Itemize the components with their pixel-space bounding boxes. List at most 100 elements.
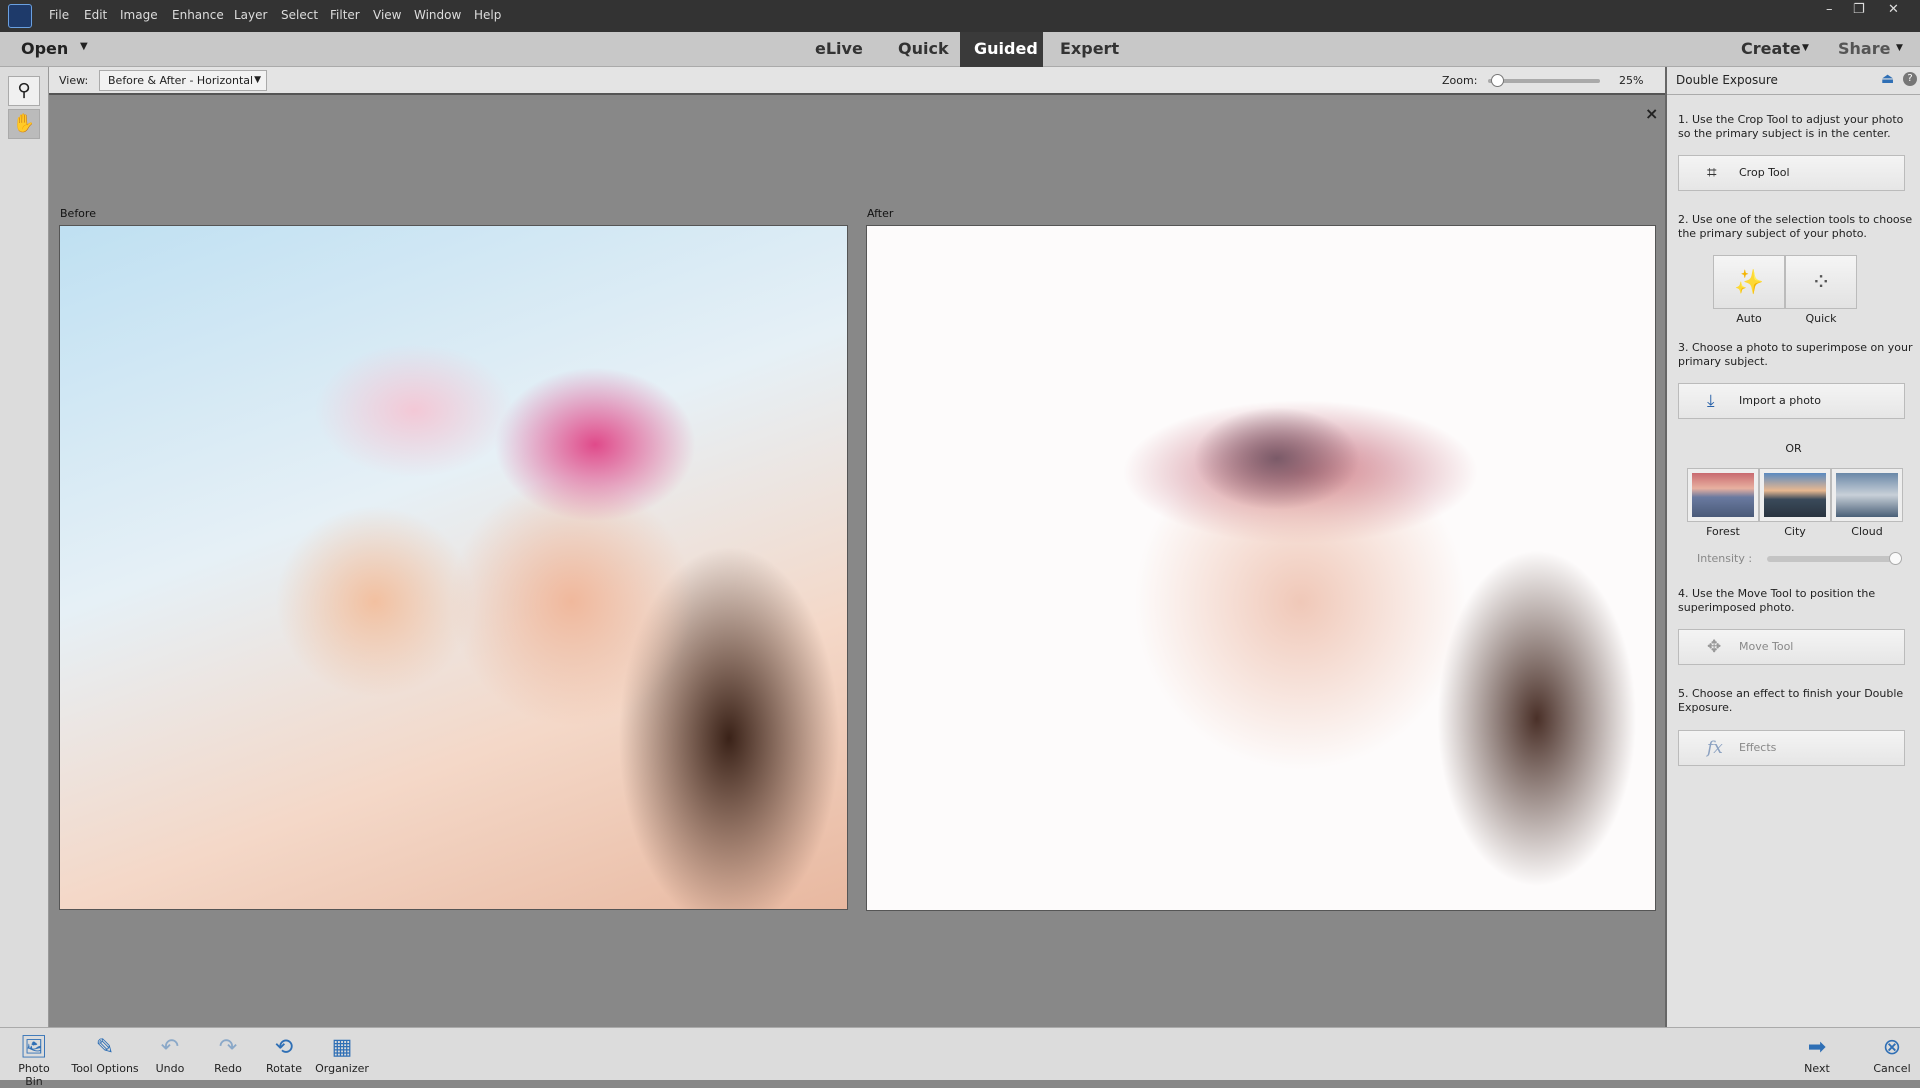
organizer-button[interactable]: ▦ Organizer <box>315 1034 369 1075</box>
fx-icon: fx <box>1707 738 1723 758</box>
before-image <box>59 225 848 910</box>
import-photo-button[interactable]: ⤓ Import a photo <box>1678 383 1905 419</box>
undo-button[interactable]: ↶ Undo <box>152 1034 188 1075</box>
restore-icon[interactable]: ❐ <box>1853 2 1865 17</box>
cancel-icon: ⊗ <box>1882 1035 1902 1060</box>
menu-filter[interactable]: Filter <box>330 8 360 22</box>
tab-expert[interactable]: Expert <box>1046 32 1133 67</box>
open-dropdown-icon[interactable]: ▼ <box>80 41 88 52</box>
quick-selection-icon: ⁘ <box>1810 268 1832 296</box>
menu-view[interactable]: View <box>373 8 401 22</box>
undo-label: Undo <box>155 1062 185 1075</box>
before-label: Before <box>60 207 96 220</box>
step2-text: 2. Use one of the selection tools to cho… <box>1678 213 1913 240</box>
undo-icon: ↶ <box>160 1035 180 1060</box>
step1-text: 1. Use the Crop Tool to adjust your phot… <box>1678 113 1904 140</box>
view-select[interactable]: Before & After - Horizontal ▼ <box>99 70 267 91</box>
photo-bin-label: Photo Bin <box>18 1062 50 1088</box>
cancel-label: Cancel <box>1873 1062 1911 1075</box>
move-icon: ✥ <box>1707 637 1722 657</box>
redo-label: Redo <box>214 1062 242 1075</box>
organizer-label: Organizer <box>315 1062 369 1075</box>
crop-tool-button[interactable]: ⌗ Crop Tool <box>1678 155 1905 191</box>
next-label: Next <box>1804 1062 1830 1075</box>
menu-help[interactable]: Help <box>474 8 501 22</box>
menu-image[interactable]: Image <box>120 8 158 22</box>
open-button[interactable]: Open <box>21 39 68 58</box>
organizer-icon: ▦ <box>331 1035 353 1060</box>
tool-options-label: Tool Options <box>71 1062 139 1075</box>
thumb-city[interactable] <box>1759 468 1831 522</box>
share-button[interactable]: Share <box>1838 39 1890 58</box>
tool-options-button[interactable]: ✎ Tool Options <box>70 1034 140 1075</box>
effects-button[interactable]: fx Effects <box>1678 730 1905 766</box>
guided-panel: Double Exposure ⏏ ? 1. Use the Crop Tool… <box>1665 67 1920 1027</box>
rotate-button[interactable]: ⟲ Rotate <box>264 1034 304 1075</box>
help-icon[interactable]: ? <box>1903 72 1917 86</box>
step5-text: 5. Choose an effect to finish your Doubl… <box>1678 687 1904 714</box>
rotate-label: Rotate <box>265 1062 302 1075</box>
menu-layer[interactable]: Layer <box>234 8 267 22</box>
panel-title: Double Exposure <box>1676 73 1778 87</box>
bottom-bar: 🖼 Photo Bin ✎ Tool Options ↶ Undo ↷ Redo ⟲ Ro… <box>0 1027 1920 1088</box>
cloud-label: Cloud <box>1851 525 1883 538</box>
move-tool-label: Move Tool <box>1739 640 1794 653</box>
thumb-cloud[interactable] <box>1831 468 1903 522</box>
redo-button[interactable]: ↷ Redo <box>210 1034 246 1075</box>
photo-bin-icon: 🖼 <box>20 1035 48 1060</box>
next-arrow-icon: ➡ <box>1807 1035 1827 1060</box>
tool-options-icon: ✎ <box>95 1035 115 1060</box>
tab-elive[interactable]: eLive <box>801 32 877 67</box>
quick-label: Quick <box>1805 312 1837 325</box>
tab-guided[interactable]: Guided <box>960 32 1043 67</box>
after-label: After <box>867 207 894 220</box>
move-tool-button[interactable]: ✥ Move Tool <box>1678 629 1905 665</box>
hand-tool-icon[interactable]: ✋ <box>8 109 40 139</box>
app-logo-icon <box>8 4 32 28</box>
options-bar: View: Before & After - Horizontal ▼ Zoom… <box>49 67 1665 95</box>
chevron-down-icon: ▼ <box>254 75 261 85</box>
menu-edit[interactable]: Edit <box>84 8 107 22</box>
zoom-slider-handle[interactable] <box>1491 74 1504 87</box>
forest-label: Forest <box>1706 525 1740 538</box>
menu-window[interactable]: Window <box>414 8 461 22</box>
zoom-value: 25% <box>1619 74 1644 87</box>
zoom-label: Zoom: <box>1442 74 1478 87</box>
import-icon: ⤓ <box>1707 391 1715 411</box>
close-icon[interactable]: ✕ <box>1888 2 1899 17</box>
menu-file[interactable]: File <box>49 8 69 22</box>
crop-tool-label: Crop Tool <box>1739 166 1790 179</box>
tool-bar: ⚲ ✋ <box>0 67 49 1027</box>
crop-icon: ⌗ <box>1707 163 1717 183</box>
next-button[interactable]: ➡ Next <box>1800 1034 1834 1075</box>
close-before-after-icon[interactable]: × <box>1645 104 1658 123</box>
effects-label: Effects <box>1739 741 1777 754</box>
after-image <box>866 225 1656 911</box>
reset-icon[interactable]: ⏏ <box>1881 71 1894 87</box>
auto-selection-button[interactable]: ✨ <box>1713 255 1785 309</box>
view-value: Before & After - Horizontal <box>108 74 254 87</box>
top-bar: Open ▼ eLive Quick Guided Expert Create … <box>0 32 1920 67</box>
intensity-slider-handle[interactable] <box>1889 552 1902 565</box>
step3-text: 3. Choose a photo to superimpose on your… <box>1678 341 1913 368</box>
intensity-label: Intensity : <box>1697 552 1753 565</box>
menu-enhance[interactable]: Enhance <box>172 8 224 22</box>
zoom-tool-search-icon[interactable]: ⚲ <box>8 76 40 106</box>
or-label: OR <box>1785 442 1802 455</box>
intensity-slider[interactable] <box>1767 552 1902 565</box>
quick-selection-button[interactable]: ⁘ <box>1785 255 1857 309</box>
menu-select[interactable]: Select <box>281 8 318 22</box>
cancel-button[interactable]: ⊗ Cancel <box>1872 1034 1912 1075</box>
magic-wand-icon: ✨ <box>1734 268 1764 296</box>
minimize-icon[interactable]: – <box>1826 2 1833 17</box>
tab-quick[interactable]: Quick <box>884 32 963 67</box>
redo-icon: ↷ <box>218 1035 238 1060</box>
thumb-forest[interactable] <box>1687 468 1759 522</box>
share-dropdown-icon[interactable]: ▼ <box>1896 43 1903 53</box>
import-label: Import a photo <box>1739 394 1821 407</box>
create-button[interactable]: Create <box>1741 39 1801 58</box>
step4-text: 4. Use the Move Tool to position the sup… <box>1678 587 1876 614</box>
create-dropdown-icon[interactable]: ▼ <box>1802 43 1809 53</box>
auto-label: Auto <box>1736 312 1762 325</box>
zoom-slider[interactable] <box>1488 74 1600 87</box>
